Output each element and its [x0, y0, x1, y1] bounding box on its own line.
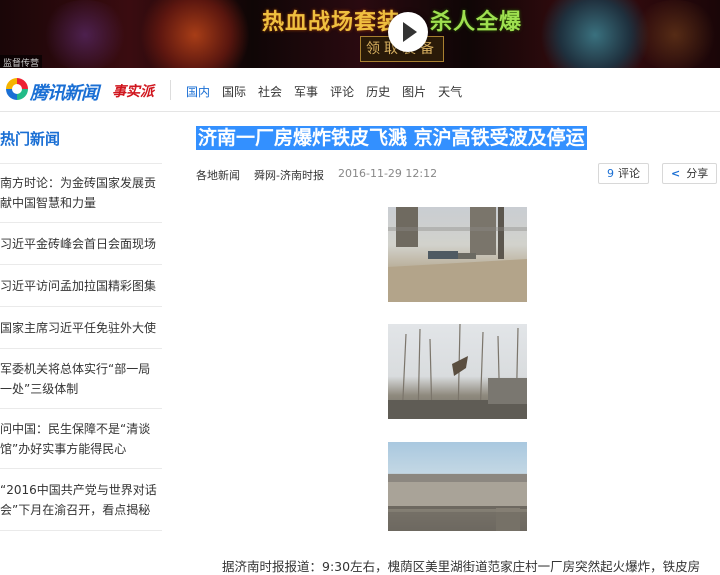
site-header: 腾讯新闻 事实派 国内 国际 社会 军事 评论 历史 图片 天气: [0, 68, 720, 112]
top-banner-ad[interactable]: 热血战场套装 杀人全爆 领取装备 监督传营: [0, 0, 720, 68]
article-meta: 各地新闻 舜网-济南时报 2016-11-29 12:12: [196, 167, 437, 183]
article-headline: 济南一厂房爆炸铁皮飞溅 京沪高铁受波及停运: [196, 126, 587, 150]
article-photo-trees: [388, 324, 527, 419]
ad-tag: 监督传营: [0, 55, 43, 68]
article-timestamp: 2016-11-29 12:12: [337, 167, 438, 180]
nav-item-opinion[interactable]: 评论: [330, 83, 354, 100]
nav-item-international[interactable]: 国际: [222, 83, 246, 100]
photo-site-illustration: [388, 207, 527, 302]
hot-news-list: 南方时论：为金砖国家发展贡献中国智慧和力量 习近平金砖峰会首日会面现场 习近平访…: [0, 164, 162, 531]
banner-glow: [140, 0, 250, 68]
nav-item-pictures[interactable]: 图片: [402, 83, 426, 100]
nav-item-domestic[interactable]: 国内: [186, 83, 210, 100]
hot-news-item[interactable]: 南方时论：为金砖国家发展贡献中国智慧和力量: [0, 164, 162, 223]
hot-news-item[interactable]: 国家主席习近平任免驻外大使: [0, 307, 162, 349]
share-label: 分享: [686, 167, 709, 180]
nav-item-military[interactable]: 军事: [294, 83, 318, 100]
site-sub-brand[interactable]: 事实派: [112, 81, 154, 101]
nav-item-history[interactable]: 历史: [366, 83, 390, 100]
hot-news-sidebar: 热门新闻 南方时论：为金砖国家发展贡献中国智慧和力量 习近平金砖峰会首日会面现场…: [0, 112, 162, 531]
share-button[interactable]: < 分享: [662, 163, 718, 184]
banner-glow: [40, 0, 130, 68]
photo-trees-illustration: [388, 324, 527, 419]
banner-headline-right: 杀人全爆: [430, 10, 523, 35]
article-photo-site: [388, 207, 527, 302]
hot-news-item[interactable]: 习近平访问孟加拉国精彩图集: [0, 265, 162, 307]
hot-news-item[interactable]: 军委机关将总体实行“部一局一处”三级体制: [0, 349, 162, 409]
hot-news-item[interactable]: 习近平金砖峰会首日会面现场: [0, 223, 162, 265]
hot-news-item[interactable]: 问中国：民生保障不是“清谈馆”办好实事方能得民心: [0, 409, 162, 469]
nav-item-weather[interactable]: 天气: [438, 83, 462, 100]
banner-headline-left: 热血战场套装: [262, 10, 401, 35]
photo-railway-illustration: [388, 474, 527, 531]
comment-button[interactable]: 9 评论: [598, 163, 649, 184]
site-name[interactable]: 腾讯新闻: [30, 79, 99, 105]
article-category[interactable]: 各地新闻: [196, 167, 240, 183]
article-source[interactable]: 舜网-济南时报: [254, 167, 324, 183]
tencent-news-logo-icon[interactable]: [6, 78, 28, 100]
banner-glow: [630, 0, 720, 68]
article-body-text: 据济南时报报道：9:30左右，槐荫区美里湖街道范家庄村一厂房突然起火爆炸，铁皮房: [222, 559, 701, 574]
hot-news-item[interactable]: “2016中国共产党与世界对话会”下月在渝召开，看点揭秘: [0, 469, 162, 531]
article-photo-railway: [388, 442, 527, 531]
play-icon[interactable]: [388, 12, 428, 52]
comment-count: 9: [607, 167, 614, 180]
share-icon: <: [671, 167, 681, 180]
nav-item-society[interactable]: 社会: [258, 83, 282, 100]
comment-label: 评论: [618, 167, 640, 180]
sidebar-title: 热门新闻: [0, 112, 162, 164]
header-divider: [170, 80, 171, 100]
main-nav: 国内 国际 社会 军事 评论 历史 图片 天气: [186, 83, 462, 100]
